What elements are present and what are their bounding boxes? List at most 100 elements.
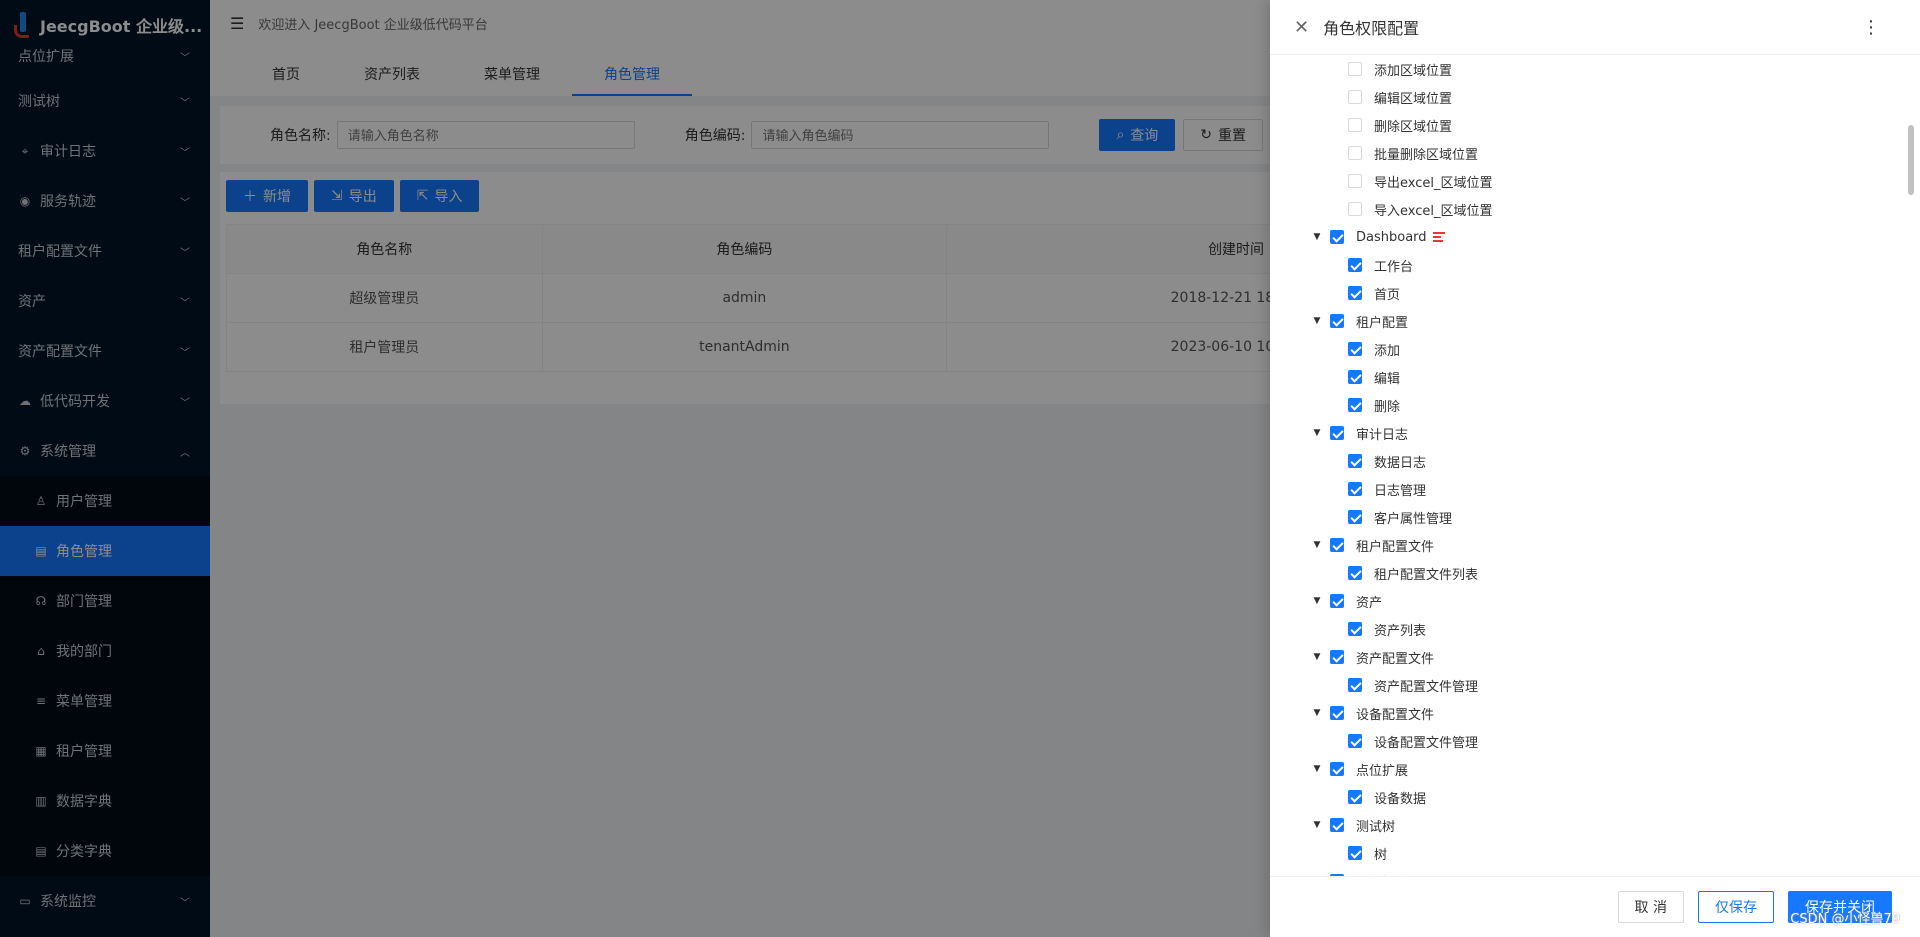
tree-node-label: 测试树 — [1356, 819, 1396, 835]
tree-node[interactable]: 批量删除区域位置 — [1270, 139, 1920, 167]
tree-node[interactable]: ▼ 审计日志 — [1270, 419, 1920, 447]
caret-down-icon[interactable]: ▼ — [1310, 232, 1324, 242]
tree-node[interactable]: ▼ 租户配置文件 — [1270, 531, 1920, 559]
tree-checkbox[interactable] — [1348, 790, 1362, 804]
tree-node-label: 导入excel_区域位置 — [1374, 203, 1493, 219]
tree-node-label: 租户配置 — [1356, 315, 1409, 331]
tree-node[interactable]: 编辑区域位置 — [1270, 83, 1920, 111]
tree-checkbox[interactable] — [1348, 622, 1362, 636]
tree-checkbox[interactable] — [1348, 370, 1362, 384]
cancel-button[interactable]: 取 消 — [1617, 891, 1684, 923]
caret-down-icon[interactable]: ▼ — [1310, 428, 1324, 438]
caret-down-icon[interactable]: ▼ — [1310, 820, 1324, 830]
tree-node[interactable]: ▼ 资产配置文件 — [1270, 643, 1920, 671]
tree-checkbox[interactable] — [1330, 706, 1344, 720]
tree-node-label: 资产配置文件管理 — [1374, 679, 1479, 695]
tree-checkbox[interactable] — [1330, 538, 1344, 552]
drawer-title: 角色权限配置 — [1323, 19, 1420, 38]
tree-checkbox[interactable] — [1330, 762, 1344, 776]
watermark: CSDN @小怪兽79 — [1790, 912, 1900, 927]
tree-node[interactable]: 添加 — [1270, 335, 1920, 363]
more-icon[interactable]: ⋮ — [1862, 17, 1880, 38]
tree-checkbox[interactable] — [1348, 482, 1362, 496]
menu-type-icon — [1432, 230, 1445, 244]
tree-node-label: 树 — [1374, 847, 1388, 863]
tree-checkbox[interactable] — [1348, 566, 1362, 580]
tree-checkbox[interactable] — [1348, 202, 1362, 216]
tree-node-label: 工作台 — [1374, 259, 1414, 275]
tree-node[interactable]: 资产列表 — [1270, 615, 1920, 643]
tree-node-label: Dashboard — [1356, 229, 1427, 245]
tree-checkbox[interactable] — [1348, 734, 1362, 748]
caret-down-icon[interactable]: ▼ — [1310, 764, 1324, 774]
tree-checkbox[interactable] — [1348, 174, 1362, 188]
tree-node[interactable]: 客户属性管理 — [1270, 503, 1920, 531]
tree-checkbox[interactable] — [1348, 118, 1362, 132]
tree-node[interactable]: 设备配置文件管理 — [1270, 727, 1920, 755]
tree-checkbox[interactable] — [1348, 846, 1362, 860]
tree-checkbox[interactable] — [1348, 454, 1362, 468]
caret-down-icon[interactable]: ▼ — [1310, 652, 1324, 662]
tree-checkbox[interactable] — [1348, 678, 1362, 692]
modal-mask[interactable] — [0, 0, 1270, 937]
tree-node[interactable]: ▼ Dashboard — [1270, 223, 1920, 251]
tree-checkbox[interactable] — [1348, 258, 1362, 272]
tree-node-label: 设备配置文件 — [1356, 707, 1435, 723]
tree-node[interactable]: 设备数据 — [1270, 783, 1920, 811]
tree-node[interactable]: 资产配置文件管理 — [1270, 671, 1920, 699]
tree-node[interactable]: 编辑 — [1270, 363, 1920, 391]
tree-checkbox[interactable] — [1330, 818, 1344, 832]
tree-node-label: 审计日志 — [1356, 427, 1409, 443]
tree-node[interactable]: 导入excel_区域位置 — [1270, 195, 1920, 223]
tree-checkbox[interactable] — [1330, 594, 1344, 608]
tree-node-label: 点位扩展 — [1356, 763, 1409, 779]
tree-node[interactable]: 日志管理 — [1270, 475, 1920, 503]
tree-checkbox[interactable] — [1330, 650, 1344, 664]
permission-tree: 添加区域位置 编辑区域位置删除区域位置批量删除区域位置 导出excel_区域位置 导入… — [1270, 55, 1920, 877]
caret-down-icon[interactable]: ▼ — [1310, 316, 1324, 326]
close-icon[interactable]: ✕ — [1294, 17, 1309, 38]
permission-tree-container[interactable]: 添加区域位置 编辑区域位置删除区域位置批量删除区域位置 导出excel_区域位置 导入… — [1270, 55, 1920, 877]
tree-checkbox[interactable] — [1348, 342, 1362, 356]
save-button[interactable]: 仅保存 — [1698, 891, 1774, 923]
tree-checkbox[interactable] — [1348, 62, 1362, 76]
tree-checkbox[interactable] — [1330, 230, 1344, 244]
tree-checkbox[interactable] — [1348, 90, 1362, 104]
tree-node-label: 添加区域位置 — [1374, 63, 1453, 79]
permission-drawer: ✕ 角色权限配置 ⋮ 添加区域位置 编辑区域位置删除区域位置批量删除区域位置 导出e… — [1270, 0, 1920, 937]
tree-node-label: 客户属性管理 — [1374, 511, 1453, 527]
tree-node[interactable]: 添加区域位置 — [1270, 55, 1920, 83]
caret-down-icon[interactable]: ▼ — [1310, 596, 1324, 606]
tree-checkbox[interactable] — [1330, 314, 1344, 328]
tree-node[interactable]: ▼ 设备配置文件 — [1270, 699, 1920, 727]
tree-node[interactable]: ▼ 资产 — [1270, 587, 1920, 615]
caret-down-icon[interactable]: ▼ — [1310, 708, 1324, 718]
tree-node-label: 编辑区域位置 — [1374, 91, 1453, 107]
tree-checkbox[interactable] — [1348, 510, 1362, 524]
tree-checkbox[interactable] — [1330, 426, 1344, 440]
tree-node-label: 删除 — [1374, 399, 1401, 415]
tree-node[interactable]: 导出excel_区域位置 — [1270, 167, 1920, 195]
tree-node[interactable]: ▼ 测试树 — [1270, 811, 1920, 839]
tree-checkbox[interactable] — [1348, 146, 1362, 160]
tree-node[interactable]: ▼ 租户配置 — [1270, 307, 1920, 335]
tree-node[interactable]: 首页 — [1270, 279, 1920, 307]
scrollbar[interactable] — [1908, 125, 1914, 195]
tree-node-label: 资产 — [1356, 595, 1383, 611]
tree-node-label: 设备数据 — [1374, 791, 1427, 807]
tree-node-label: 导出excel_区域位置 — [1374, 175, 1493, 191]
tree-node[interactable]: 删除区域位置 — [1270, 111, 1920, 139]
tree-checkbox[interactable] — [1348, 286, 1362, 300]
tree-node-label: 批量删除区域位置 — [1374, 147, 1479, 163]
tree-node[interactable]: ▼ 点位扩展 — [1270, 755, 1920, 783]
tree-node[interactable]: 删除 — [1270, 391, 1920, 419]
drawer-footer: 取 消 仅保存 保存并关闭 — [1270, 876, 1920, 937]
tree-node-label: 编辑 — [1374, 371, 1401, 387]
caret-down-icon[interactable]: ▼ — [1310, 540, 1324, 550]
tree-node-label: 资产列表 — [1374, 623, 1427, 639]
tree-node[interactable]: 工作台 — [1270, 251, 1920, 279]
tree-node[interactable]: 数据日志 — [1270, 447, 1920, 475]
tree-node[interactable]: 租户配置文件列表 — [1270, 559, 1920, 587]
tree-checkbox[interactable] — [1348, 398, 1362, 412]
tree-node[interactable]: 树 — [1270, 839, 1920, 867]
